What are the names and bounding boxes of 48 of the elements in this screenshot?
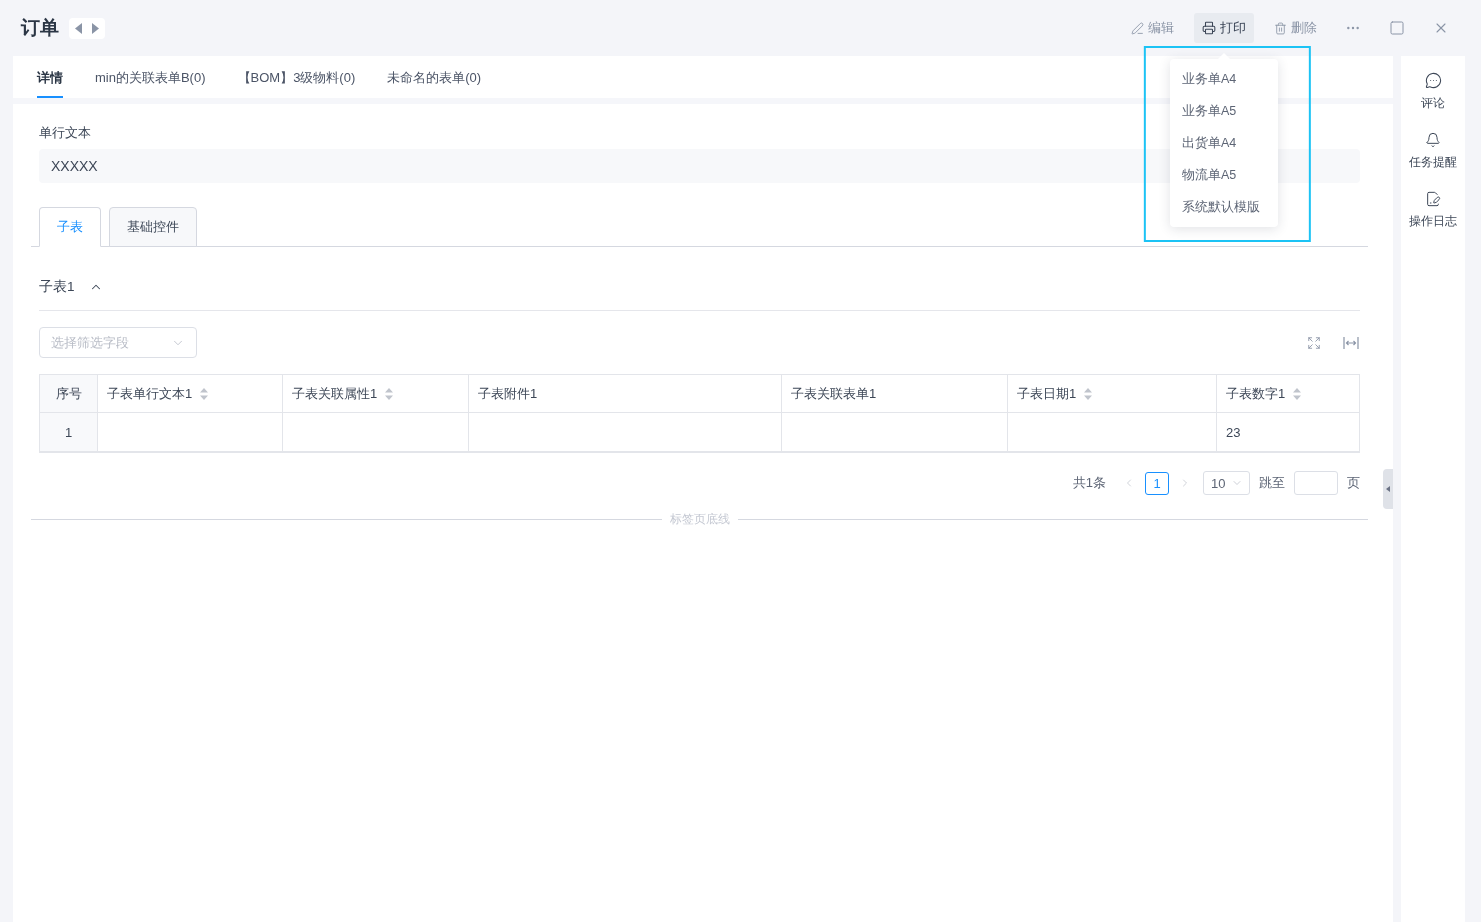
column-label: 子表日期1 bbox=[1017, 384, 1077, 403]
sub-tab[interactable]: 基础控件 bbox=[109, 207, 197, 247]
menu-item[interactable]: 业务单A5 bbox=[1170, 95, 1278, 127]
pencil-icon bbox=[1131, 21, 1144, 35]
column-label: 子表附件1 bbox=[478, 384, 538, 403]
sort-icon[interactable] bbox=[200, 387, 209, 400]
divider-label: 标签页底线 bbox=[669, 512, 730, 526]
printer-icon bbox=[1202, 21, 1216, 35]
column-label: 序号 bbox=[55, 384, 82, 403]
column-width-icon[interactable] bbox=[1343, 336, 1359, 349]
page-unit-label: 页 bbox=[1347, 474, 1360, 492]
tab[interactable]: 未命名的表单(0) bbox=[387, 56, 482, 98]
column-label: 子表单行文本1 bbox=[107, 384, 193, 403]
pagination-total: 共1条 bbox=[1072, 474, 1106, 492]
column-label: 子表数字1 bbox=[1226, 384, 1286, 403]
jump-label: 跳至 bbox=[1259, 474, 1285, 492]
collapse-handle[interactable] bbox=[1383, 469, 1393, 509]
trash-icon bbox=[1274, 21, 1287, 35]
page-size-select[interactable]: 10 bbox=[1203, 471, 1250, 495]
field-label: 单行文本 bbox=[39, 124, 92, 142]
next-icon[interactable] bbox=[92, 22, 99, 34]
previous-icon[interactable] bbox=[75, 22, 82, 34]
page-title: 订单 bbox=[21, 16, 59, 40]
tab[interactable]: 详情 bbox=[37, 56, 63, 98]
table-cell: 1 bbox=[40, 413, 98, 451]
sort-icon[interactable] bbox=[385, 387, 394, 400]
print-button[interactable]: 打印 bbox=[1194, 13, 1254, 43]
maximize-icon[interactable] bbox=[1389, 20, 1405, 36]
sidebar-item[interactable]: 评论 bbox=[1421, 72, 1445, 111]
column-label: 子表关联表单1 bbox=[791, 384, 877, 403]
sort-icon[interactable] bbox=[1084, 387, 1093, 400]
comment-icon bbox=[1424, 72, 1442, 89]
fullscreen-icon[interactable] bbox=[1307, 335, 1321, 350]
menu-item[interactable]: 系统默认模版 bbox=[1170, 191, 1278, 223]
caret-left-icon bbox=[1386, 486, 1390, 492]
bell-icon bbox=[1425, 132, 1441, 148]
tab[interactable]: min的关联表单B(0) bbox=[95, 56, 206, 98]
sidebar-item[interactable]: 任务提醒 bbox=[1409, 132, 1457, 170]
page-button[interactable]: 1 bbox=[1145, 471, 1169, 495]
sidebar-item[interactable]: 操作日志 bbox=[1409, 191, 1457, 229]
sub-tab[interactable]: 子表 bbox=[39, 207, 101, 247]
tab[interactable]: 【BOM】3级物料(0) bbox=[237, 56, 356, 98]
document-pen-icon bbox=[1425, 191, 1441, 207]
sort-icon[interactable] bbox=[1293, 387, 1302, 400]
page-jump-input[interactable] bbox=[1294, 471, 1338, 495]
section-title: 子表1 bbox=[39, 278, 75, 296]
menu-item[interactable]: 业务单A4 bbox=[1170, 63, 1278, 95]
column-label: 子表关联属性1 bbox=[292, 384, 378, 403]
